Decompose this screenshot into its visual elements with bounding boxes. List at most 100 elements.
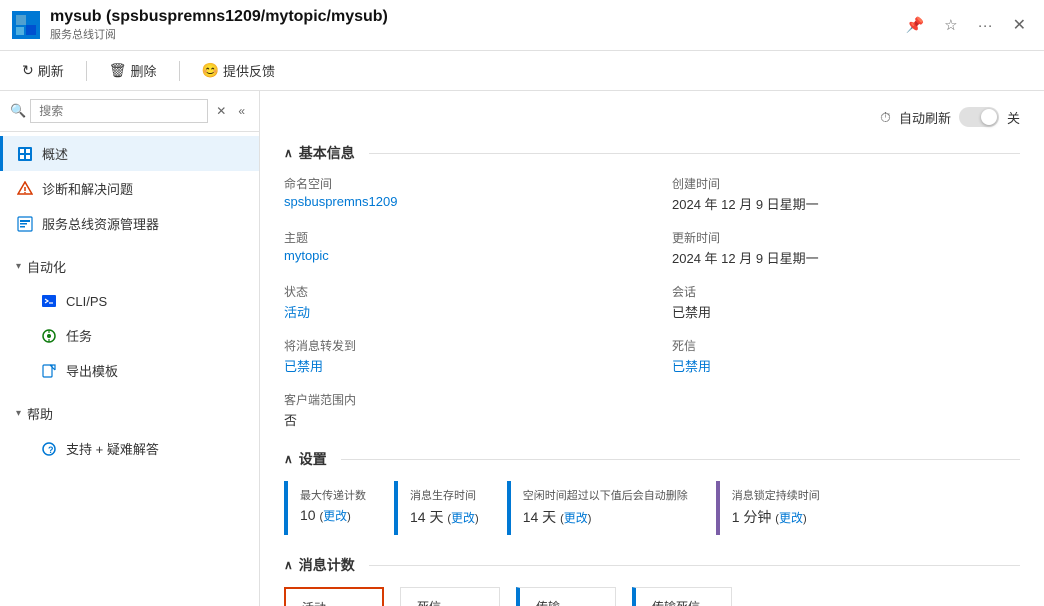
sidebar-help-header[interactable]: ▾ 帮助	[0, 396, 259, 431]
dead-letter-value[interactable]: 已禁用	[672, 356, 1020, 375]
sidebar-automation-label: 自动化	[27, 257, 66, 276]
more-icon[interactable]: ···	[972, 15, 999, 36]
session-label: 会话	[672, 283, 1020, 300]
basic-info-divider	[369, 153, 1020, 154]
sidebar-item-overview-label: 概述	[42, 144, 68, 163]
toggle-knob	[981, 109, 997, 125]
info-dead-letter: 死信 已禁用	[672, 337, 1020, 375]
feedback-icon: 😊	[202, 62, 219, 79]
settings-card-1-label: 消息生存时间	[410, 489, 479, 503]
settings-card-1-value: 14 天 (更改)	[410, 507, 479, 527]
sidebar: 🔍 ✕ « 概述	[0, 91, 260, 606]
nav-section-main: 概述 诊断和解决问题	[0, 132, 259, 245]
settings-card-2-value: 14 天 (更改)	[523, 507, 688, 527]
feedback-button[interactable]: 😊 提供反馈	[196, 57, 281, 84]
feedback-label: 提供反馈	[223, 61, 275, 80]
settings-card-1-link[interactable]: 更改	[451, 511, 475, 525]
message-count-cards: 活动 0 消息 死信 0 消息 传输 0 消息 传输死信 0 消息	[284, 587, 1020, 606]
sidebar-item-tasks-label: 任务	[66, 326, 92, 345]
search-input[interactable]	[30, 99, 208, 123]
sidebar-item-support-label: 支持 + 疑难解答	[66, 439, 159, 458]
settings-section: ∧ 设置 最大传递计数 10 (更改) 消息生存时间 14 天 (更改)	[284, 449, 1020, 535]
msg-count-card-active: 活动 0 消息	[284, 587, 384, 606]
basic-info-title: 基本信息	[299, 143, 355, 163]
session-value: 已禁用	[672, 302, 1020, 321]
settings-chevron-icon: ∧	[284, 452, 293, 466]
topic-value[interactable]: mytopic	[284, 248, 632, 263]
title-bar: mysub (spsbuspremns1209/mytopic/mysub) 服…	[0, 0, 1044, 51]
message-count-divider	[369, 565, 1020, 566]
search-icon: 🔍	[10, 103, 26, 119]
forward-to-value[interactable]: 已禁用	[284, 356, 632, 375]
auto-refresh-clock-icon: ⏱	[880, 109, 891, 126]
settings-card-0-link[interactable]: 更改	[323, 509, 347, 523]
settings-title: 设置	[299, 449, 327, 469]
settings-card-3: 消息锁定持续时间 1 分钟 (更改)	[716, 481, 832, 535]
cli-icon	[40, 292, 58, 310]
sidebar-automation-header[interactable]: ▾ 自动化	[0, 249, 259, 284]
pin-icon[interactable]: 📌	[899, 14, 930, 36]
sidebar-item-overview[interactable]: 概述	[0, 136, 259, 171]
overview-icon	[16, 145, 34, 163]
message-count-header: ∧ 消息计数	[284, 555, 1020, 575]
status-value[interactable]: 活动	[284, 302, 632, 321]
auto-refresh-toggle[interactable]	[959, 107, 999, 127]
status-label: 状态	[284, 283, 632, 300]
basic-info-grid: 命名空间 spsbuspremns1209 创建时间 2024 年 12 月 9…	[284, 175, 1020, 429]
namespace-label: 命名空间	[284, 175, 632, 192]
support-icon: ?	[40, 440, 58, 458]
client-scope-value: 否	[284, 410, 632, 429]
message-count-title: 消息计数	[299, 555, 355, 575]
search-clear-icon[interactable]: ✕	[212, 102, 230, 120]
forward-to-label: 将消息转发到	[284, 337, 632, 354]
toggle-state-label: 关	[1007, 108, 1020, 127]
nav-section-help: ▾ 帮助 ? 支持 + 疑难解答	[0, 392, 259, 470]
namespace-value[interactable]: spsbuspremns1209	[284, 194, 632, 209]
topic-label: 主题	[284, 229, 632, 246]
created-time-label: 创建时间	[672, 175, 1020, 192]
sidebar-item-tasks[interactable]: 任务	[0, 318, 259, 353]
tasks-icon	[40, 327, 58, 345]
settings-card-2: 空闲时间超过以下值后会自动删除 14 天 (更改)	[507, 481, 700, 535]
sidebar-item-diagnose[interactable]: 诊断和解决问题	[0, 171, 259, 206]
settings-header: ∧ 设置	[284, 449, 1020, 469]
info-created-time: 创建时间 2024 年 12 月 9 日星期一	[672, 175, 1020, 213]
export-icon	[40, 362, 58, 380]
basic-info-header: ∧ 基本信息	[284, 143, 1020, 163]
sidebar-item-resource-manager[interactable]: 服务总线资源管理器	[0, 206, 259, 241]
settings-card-0: 最大传递计数 10 (更改)	[284, 481, 378, 535]
basic-info-section: ∧ 基本信息 命名空间 spsbuspremns1209 创建时间 2024 年…	[284, 143, 1020, 429]
message-count-section: ∧ 消息计数 活动 0 消息 死信 0 消息 传输 0 消息	[284, 555, 1020, 606]
page-subtitle: 服务总线订阅	[50, 26, 899, 42]
search-box: 🔍 ✕ «	[0, 91, 259, 132]
updated-time-value: 2024 年 12 月 9 日星期一	[672, 248, 1020, 267]
app-icon	[12, 11, 40, 39]
refresh-icon: ↻	[22, 62, 34, 79]
sidebar-item-export[interactable]: 导出模板	[0, 353, 259, 388]
delete-button[interactable]: 🗑 删除	[103, 57, 163, 84]
toolbar: ↻ 刷新 🗑 删除 😊 提供反馈	[0, 51, 1044, 91]
settings-card-2-link[interactable]: 更改	[564, 511, 588, 525]
refresh-button[interactable]: ↻ 刷新	[16, 57, 70, 84]
main-container: 🔍 ✕ « 概述	[0, 91, 1044, 606]
sidebar-item-clips[interactable]: CLI/PS	[0, 284, 259, 318]
close-icon[interactable]: ✕	[1007, 13, 1032, 37]
nav-section-automation: ▾ 自动化 CLI/PS	[0, 245, 259, 392]
settings-card-0-value: 10 (更改)	[300, 507, 366, 524]
dead-letter-label: 死信	[672, 337, 1020, 354]
sidebar-item-export-label: 导出模板	[66, 361, 118, 380]
title-bar-actions: 📌 ☆ ··· ✕	[899, 13, 1032, 37]
msg-count-card-transfer-deadletter: 传输死信 0 消息	[632, 587, 732, 606]
toolbar-sep-2	[179, 61, 180, 81]
sidebar-item-support[interactable]: ? 支持 + 疑难解答	[0, 431, 259, 466]
sidebar-item-clips-label: CLI/PS	[66, 294, 107, 309]
delete-label: 删除	[131, 61, 157, 80]
search-collapse-icon[interactable]: «	[234, 102, 249, 120]
title-text: mysub (spsbuspremns1209/mytopic/mysub) 服…	[50, 8, 899, 42]
msg-count-active-label: 活动	[302, 599, 366, 606]
star-icon[interactable]: ☆	[938, 14, 963, 36]
settings-card-3-link[interactable]: 更改	[779, 511, 803, 525]
toolbar-sep-1	[86, 61, 87, 81]
msg-count-card-transfer: 传输 0 消息	[516, 587, 616, 606]
settings-cards: 最大传递计数 10 (更改) 消息生存时间 14 天 (更改) 空闲时间超过以下…	[284, 481, 1020, 535]
